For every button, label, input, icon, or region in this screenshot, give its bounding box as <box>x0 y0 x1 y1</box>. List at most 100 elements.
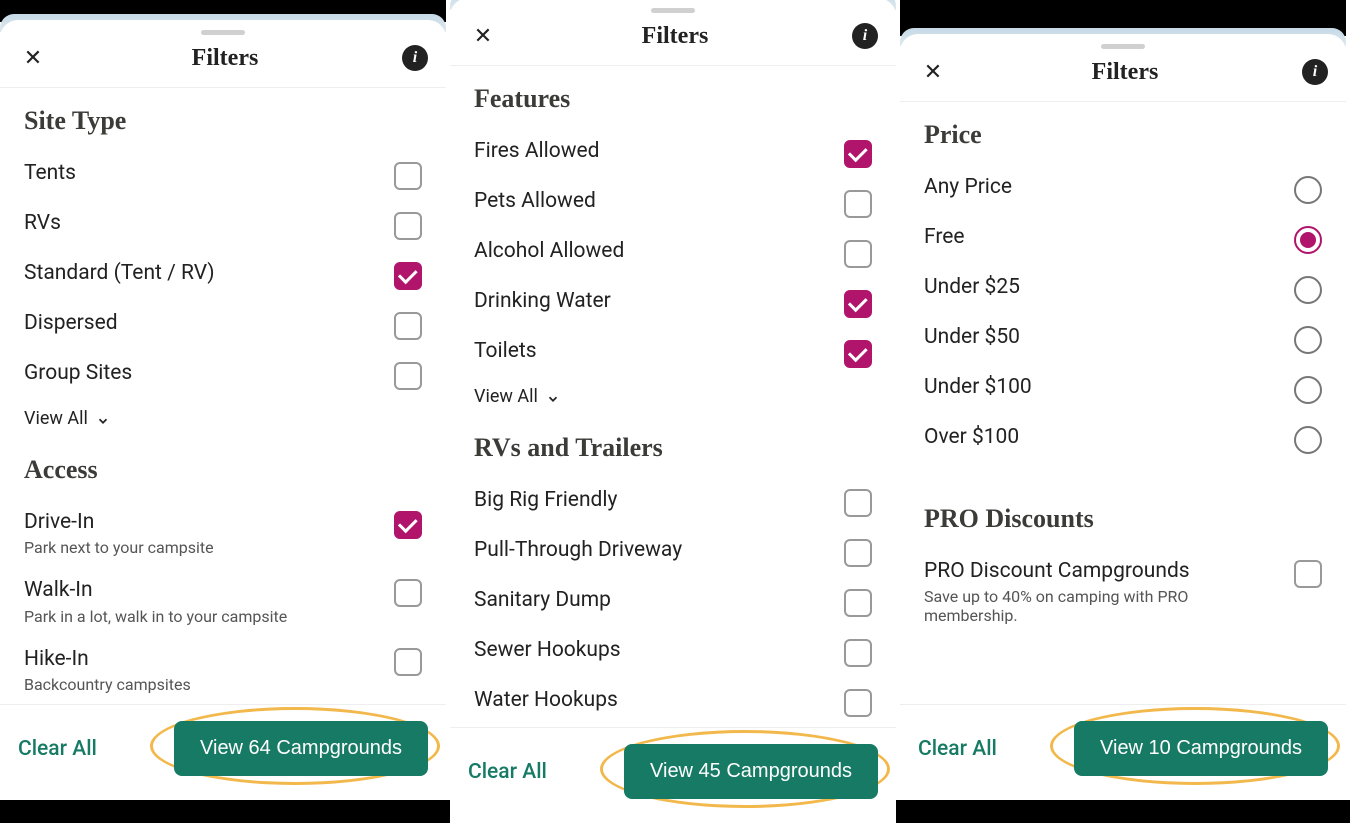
option-drive-in[interactable]: Drive-In Park next to your campsite <box>24 499 422 567</box>
checkbox[interactable] <box>394 262 422 290</box>
option-label: Water Hookups <box>474 687 832 714</box>
checkbox[interactable] <box>394 312 422 340</box>
sheet-footer: Clear All View 64 Campgrounds <box>0 704 446 800</box>
close-icon[interactable]: ✕ <box>918 57 948 87</box>
checkbox[interactable] <box>394 511 422 539</box>
map-preview <box>900 0 1346 36</box>
option-alcohol[interactable]: Alcohol Allowed <box>474 228 872 278</box>
radio[interactable] <box>1294 176 1322 204</box>
option-any-price[interactable]: Any Price <box>924 164 1322 214</box>
sheet-footer: Clear All View 10 Campgrounds <box>900 704 1346 800</box>
option-label: Free <box>924 224 1282 251</box>
view-all-button[interactable]: View All <box>474 378 872 425</box>
checkbox[interactable] <box>844 639 872 667</box>
checkbox[interactable] <box>844 140 872 168</box>
option-label: Toilets <box>474 338 832 365</box>
section-title-pro-discounts: PRO Discounts <box>924 504 1322 534</box>
option-label: Pull-Through Driveway <box>474 537 832 564</box>
option-label: Walk-In <box>24 577 382 604</box>
section-title-price: Price <box>924 120 1322 150</box>
option-pro-discount[interactable]: PRO Discount Campgrounds Save up to 40% … <box>924 548 1322 635</box>
option-pets[interactable]: Pets Allowed <box>474 178 872 228</box>
view-results-button[interactable]: View 10 Campgrounds <box>1074 721 1328 776</box>
page-title: Filters <box>192 45 259 72</box>
checkbox[interactable] <box>394 212 422 240</box>
sheet-header: ✕ Filters i <box>900 49 1346 102</box>
option-label: Standard (Tent / RV) <box>24 260 382 287</box>
view-results-button[interactable]: View 64 Campgrounds <box>174 721 428 776</box>
option-label: Under $25 <box>924 274 1282 301</box>
option-label: PRO Discount Campgrounds <box>924 558 1282 585</box>
page-title: Filters <box>1092 59 1159 86</box>
option-label: Hike-In <box>24 646 382 673</box>
radio[interactable] <box>1294 276 1322 304</box>
option-group-sites[interactable]: Group Sites <box>24 350 422 400</box>
option-fires[interactable]: Fires Allowed <box>474 128 872 178</box>
checkbox[interactable] <box>394 579 422 607</box>
clear-all-button[interactable]: Clear All <box>468 760 547 784</box>
option-sewer[interactable]: Sewer Hookups <box>474 627 872 677</box>
option-water[interactable]: Drinking Water <box>474 278 872 328</box>
option-label: Under $100 <box>924 374 1282 401</box>
option-label: Drinking Water <box>474 288 832 315</box>
option-label: Tents <box>24 160 382 187</box>
option-hike-in[interactable]: Hike-In Backcountry campsites <box>24 636 422 704</box>
view-results-button[interactable]: View 45 Campgrounds <box>624 744 878 799</box>
close-icon[interactable]: ✕ <box>468 21 498 51</box>
section-title-access: Access <box>24 455 422 485</box>
checkbox[interactable] <box>394 162 422 190</box>
clear-all-button[interactable]: Clear All <box>18 737 97 761</box>
checkbox[interactable] <box>844 240 872 268</box>
checkbox[interactable] <box>1294 560 1322 588</box>
option-sublabel: Park next to your campsite <box>24 538 382 557</box>
clear-all-button[interactable]: Clear All <box>918 737 997 761</box>
filter-sheet: ✕ Filters i Price Any Price Free Under $… <box>900 34 1346 800</box>
option-free[interactable]: Free <box>924 214 1322 264</box>
option-tents[interactable]: Tents <box>24 150 422 200</box>
checkbox[interactable] <box>844 290 872 318</box>
filter-content: Site Type Tents RVs Standard (Tent / RV)… <box>0 88 446 704</box>
option-sublabel: Park in a lot, walk in to your campsite <box>24 607 382 626</box>
option-standard[interactable]: Standard (Tent / RV) <box>24 250 422 300</box>
checkbox[interactable] <box>394 362 422 390</box>
checkbox[interactable] <box>394 648 422 676</box>
close-icon[interactable]: ✕ <box>18 43 48 73</box>
chevron-down-icon <box>546 390 560 404</box>
option-over-100[interactable]: Over $100 <box>924 414 1322 464</box>
view-all-button[interactable]: View All <box>24 400 422 447</box>
radio[interactable] <box>1294 226 1322 254</box>
sheet-header: ✕ Filters i <box>450 13 896 66</box>
option-under-25[interactable]: Under $25 <box>924 264 1322 314</box>
option-label: Alcohol Allowed <box>474 238 832 265</box>
checkbox[interactable] <box>844 190 872 218</box>
map-preview <box>0 0 446 22</box>
chevron-down-icon <box>96 412 110 426</box>
checkbox[interactable] <box>844 539 872 567</box>
option-label: RVs <box>24 210 382 237</box>
checkbox[interactable] <box>844 689 872 717</box>
option-label: Over $100 <box>924 424 1282 451</box>
option-big-rig[interactable]: Big Rig Friendly <box>474 477 872 527</box>
option-label: Group Sites <box>24 360 382 387</box>
radio[interactable] <box>1294 376 1322 404</box>
filter-sheet: ✕ Filters i Site Type Tents RVs Standard… <box>0 20 446 800</box>
option-pull-through[interactable]: Pull-Through Driveway <box>474 527 872 577</box>
checkbox[interactable] <box>844 340 872 368</box>
option-walk-in[interactable]: Walk-In Park in a lot, walk in to your c… <box>24 567 422 635</box>
option-sanitary-dump[interactable]: Sanitary Dump <box>474 577 872 627</box>
radio[interactable] <box>1294 326 1322 354</box>
option-toilets[interactable]: Toilets <box>474 328 872 378</box>
info-icon[interactable]: i <box>402 45 428 71</box>
option-water-hookups[interactable]: Water Hookups <box>474 677 872 727</box>
option-label: Under $50 <box>924 324 1282 351</box>
info-icon[interactable]: i <box>1302 59 1328 85</box>
option-under-50[interactable]: Under $50 <box>924 314 1322 364</box>
option-rvs[interactable]: RVs <box>24 200 422 250</box>
radio[interactable] <box>1294 426 1322 454</box>
option-dispersed[interactable]: Dispersed <box>24 300 422 350</box>
page-title: Filters <box>642 23 709 50</box>
info-icon[interactable]: i <box>852 23 878 49</box>
checkbox[interactable] <box>844 489 872 517</box>
option-under-100[interactable]: Under $100 <box>924 364 1322 414</box>
checkbox[interactable] <box>844 589 872 617</box>
